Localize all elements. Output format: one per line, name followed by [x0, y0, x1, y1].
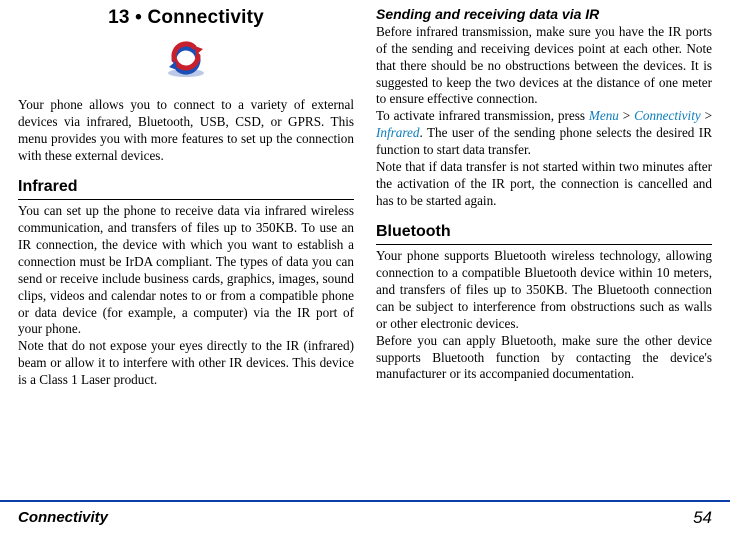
left-column: 13 • Connectivity Your phone allows you …	[18, 6, 354, 494]
ir-paragraph-2: To activate infrared transmission, press…	[376, 108, 712, 159]
intro-paragraph: Your phone allows you to connect to a va…	[18, 97, 354, 165]
subheading-ir-data: Sending and receiving data via IR	[376, 6, 712, 24]
ir-paragraph-3: Note that if data transfer is not starte…	[376, 159, 712, 210]
bt-paragraph-2: Before you can apply Bluetooth, make sur…	[376, 333, 712, 384]
bt-paragraph-1: Your phone supports Bluetooth wireless t…	[376, 248, 712, 332]
footer-page-number: 54	[693, 507, 712, 529]
footer-section-label: Connectivity	[18, 508, 108, 527]
menu-path-infrared: Infrared	[376, 125, 419, 140]
section-rule-bt	[376, 244, 712, 245]
infrared-paragraph-1: You can set up the phone to receive data…	[18, 203, 354, 338]
menu-path-menu: Menu	[589, 108, 619, 123]
connectivity-icon	[18, 40, 354, 83]
page-body: 13 • Connectivity Your phone allows you …	[0, 0, 730, 494]
page-footer: Connectivity 54	[0, 500, 730, 534]
section-heading-infrared: Infrared	[18, 177, 354, 197]
menu-path-connectivity: Connectivity	[634, 108, 701, 123]
ir-p2-lead: To activate infrared transmission, press	[376, 108, 589, 123]
chapter-title: 13 • Connectivity	[18, 6, 354, 30]
ir-paragraph-1: Before infrared transmission, make sure …	[376, 24, 712, 108]
ir-p2-tail: . The user of the sending phone selects …	[376, 125, 712, 157]
right-column: Sending and receiving data via IR Before…	[376, 6, 712, 494]
section-heading-bluetooth: Bluetooth	[376, 222, 712, 242]
infrared-paragraph-2: Note that do not expose your eyes direct…	[18, 338, 354, 389]
section-rule	[18, 199, 354, 200]
